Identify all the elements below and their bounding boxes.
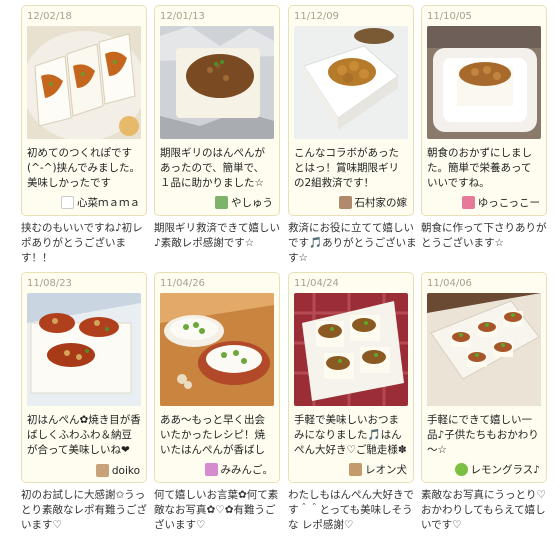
report-cell: 12/02/18 初めてのつくれぽです(^-^)挟んでみました。美味しかったです: [21, 5, 147, 266]
report-photo[interactable]: [160, 26, 274, 139]
report-date: 11/04/26: [160, 278, 205, 289]
report-text: 朝食のおかずにしました。簡単で栄養あっていいですね。: [427, 147, 532, 189]
report-card[interactable]: 11/04/06 手軽にできて嬉しい一品♪子供たちもおかわり～☆ レモングラス♪: [421, 272, 547, 483]
report-photo[interactable]: [27, 293, 141, 406]
report-photo[interactable]: [427, 293, 541, 406]
report-card[interactable]: 11/04/26 ああ～もっと早く出会いたかったレシピ！焼いたはんぺんが香ばしい…: [154, 272, 280, 483]
report-photo[interactable]: [294, 26, 408, 139]
report-photo[interactable]: [27, 26, 141, 139]
avatar-dog-icon: [349, 463, 362, 476]
hanpen-natto-photo: [294, 26, 408, 139]
hanpen-dish-photo: [427, 26, 541, 139]
report-date: 11/08/23: [27, 278, 72, 289]
report-cell: 11/08/23 初はんぺん✿焼き目が香ばしくふわふわ＆納豆が合って美味しいね❤…: [21, 272, 147, 533]
report-date: 11/12/09: [294, 11, 339, 22]
author-reply: 朝食に作って下さりありがとうございます☆: [421, 222, 547, 249]
report-cell: 11/12/09 こんなコラボがあったとはっ！賞味期限ギリの2組救済です！ 石村…: [288, 5, 417, 266]
report-text: 初はんぺん✿焼き目が香ばしくふわふわ＆納豆が合って美味しいね❤: [27, 414, 141, 456]
author-reply: 初のお試しに大感謝✩うっとり素敵なレポ有難うございます♡: [21, 489, 147, 531]
report-card[interactable]: 12/01/13 期限ギリのはんぺんがあったので、簡単で、１品に助かりました☆ …: [154, 5, 280, 216]
report-photo[interactable]: [294, 293, 408, 406]
report-user[interactable]: 石村家の嫁: [338, 195, 408, 210]
avatar-leaf-icon: [454, 463, 468, 476]
report-user[interactable]: ゆっこっこー: [461, 195, 540, 210]
report-text: 手軽にできて嬉しい一品♪子供たちもおかわり～☆: [427, 414, 539, 456]
report-card[interactable]: 11/12/09 こんなコラボがあったとはっ！賞味期限ギリの2組救済です！ 石村…: [288, 5, 414, 216]
report-user-name: 心菜ｍａｍａ: [77, 197, 140, 209]
report-date: 11/04/24: [294, 278, 339, 289]
author-reply: 救済にお役に立てて嬉しいです🎵ありがとうございます☆: [288, 222, 417, 264]
report-date: 11/10/05: [427, 11, 472, 22]
report-card[interactable]: 12/02/18 初めてのつくれぽです(^-^)挟んでみました。美味しかったです: [21, 5, 147, 216]
report-text: 初めてのつくれぽです(^-^)挟んでみました。美味しかったです: [27, 147, 141, 189]
hanpen-plate-photo: [427, 293, 541, 406]
grilled-hanpen-natto-photo: [27, 293, 141, 406]
author-reply: 素敵なお写真にうっとり♡おかわりしてもらえて嬉しいです♡: [421, 489, 546, 531]
report-cell: 11/04/06 手軽にできて嬉しい一品♪子供たちもおかわり～☆ レモングラス♪…: [421, 272, 547, 533]
report-user-name: レオン犬: [365, 464, 407, 476]
hanpen-bowls-photo: [160, 293, 274, 406]
report-text: ああ～もっと早く出会いたかったレシピ！焼いたはんぺんが香ばしい♪: [160, 414, 265, 456]
report-text: こんなコラボがあったとはっ！賞味期限ギリの2組救済です！: [294, 147, 399, 189]
hanpen-sandwich-photo: [27, 26, 141, 139]
report-user-name: ゆっこっこー: [477, 197, 540, 209]
report-user[interactable]: レモングラス♪: [454, 462, 541, 477]
author-reply: 何て嬉しいお言葉✿何て素敵なお写真✿♡✿有難うございます♡: [154, 489, 279, 531]
avatar-cat-icon: [204, 463, 218, 476]
report-user-name: 石村家の嫁: [354, 197, 408, 209]
report-text: 期限ギリのはんぺんがあったので、簡単で、１品に助かりました☆: [160, 147, 265, 189]
report-card[interactable]: 11/04/24 手軽で美味しいおつまみになりました🎵はんぺん大好き♡ご馳走様✽…: [288, 272, 414, 483]
report-card[interactable]: 11/08/23 初はんぺん✿焼き目が香ばしくふわふわ＆納豆が合って美味しいね❤…: [21, 272, 147, 483]
author-reply: 挟むのもいいですね♪初レポありがとうございます！！: [21, 222, 143, 264]
report-user[interactable]: 心菜ｍａｍａ: [61, 195, 140, 210]
tsukurepo-grid: 12/02/18 初めてのつくれぽです(^-^)挟んでみました。美味しかったです: [0, 0, 560, 537]
report-card[interactable]: 11/10/05 朝食のおかずにしました。簡単で栄養あっていいですね。 ゆっこっ…: [421, 5, 547, 216]
foil-hanpen-photo: [160, 26, 274, 139]
hanpen-plaid-photo: [294, 293, 408, 406]
report-date: 12/01/13: [160, 11, 205, 22]
author-reply: 期限ギリ救済できて嬉しい♪素敵レポ感謝です☆: [154, 222, 280, 249]
report-date: 11/04/06: [427, 278, 472, 289]
report-user[interactable]: やしゅう: [215, 195, 273, 210]
report-user[interactable]: doiko: [95, 464, 140, 477]
report-cell: 11/04/26 ああ～もっと早く出会いたかったレシピ！焼いたはんぺんが香ばしい…: [154, 272, 280, 533]
avatar-photo-icon: [338, 196, 352, 209]
report-cell: 11/10/05 朝食のおかずにしました。簡単で栄養あっていいですね。 ゆっこっ…: [421, 5, 547, 251]
report-user-name: みみんご。: [220, 464, 274, 476]
avatar-flower-icon: [461, 196, 475, 209]
avatar-photo-icon: [95, 464, 109, 477]
report-photo[interactable]: [427, 26, 541, 139]
report-date: 12/02/18: [27, 11, 72, 22]
report-text: 手軽で美味しいおつまみになりました🎵はんぺん大好き♡ご馳走様✽: [294, 414, 407, 456]
report-user[interactable]: みみんご。: [204, 462, 274, 477]
report-user[interactable]: レオン犬: [349, 462, 407, 477]
report-cell: 11/04/24 手軽で美味しいおつまみになりました🎵はんぺん大好き♡ご馳走様✽…: [288, 272, 414, 533]
report-user-name: やしゅう: [231, 197, 273, 209]
report-photo[interactable]: [160, 293, 274, 406]
report-user-name: レモングラス♪: [470, 464, 541, 476]
author-reply: わたしもはんぺん大好きです＾＾とっても美味しそうな レポ感謝♡: [288, 489, 414, 531]
avatar-pattern-icon: [215, 196, 228, 209]
report-user-name: doiko: [111, 464, 140, 477]
avatar-chef-icon: [61, 196, 74, 209]
report-cell: 12/01/13 期限ギリのはんぺんがあったので、簡単で、１品に助かりました☆ …: [154, 5, 280, 251]
